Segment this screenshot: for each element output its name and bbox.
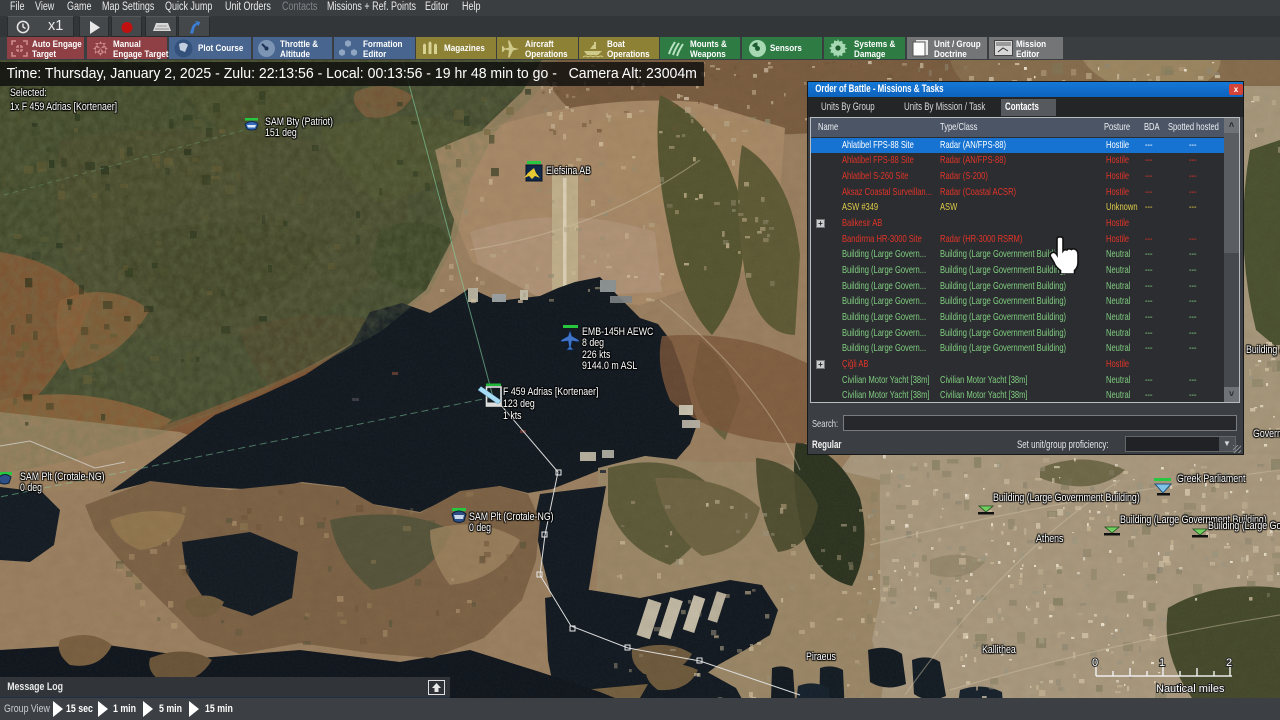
svg-text:1: 1 [1159,657,1165,669]
svg-text:Nautical miles: Nautical miles [1156,683,1225,695]
svg-text:2: 2 [1226,657,1232,669]
svg-text:0: 0 [1092,657,1098,669]
